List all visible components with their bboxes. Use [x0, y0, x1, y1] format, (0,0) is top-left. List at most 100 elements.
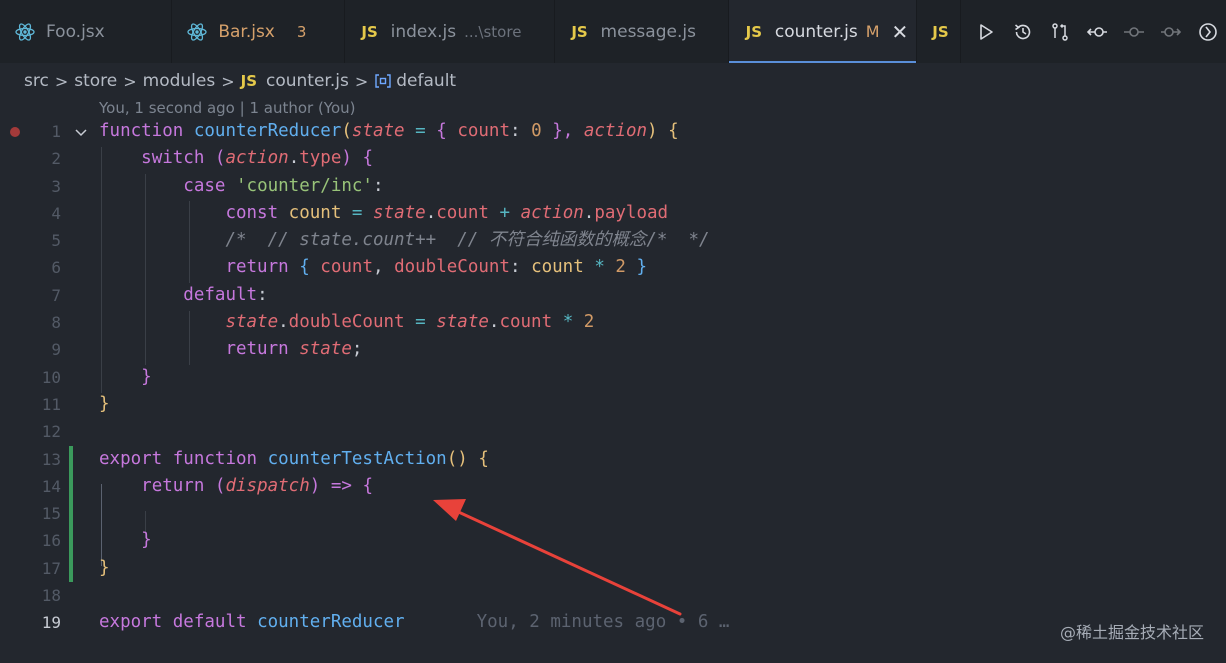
tab-label: Bar.jsx — [218, 21, 275, 42]
code-text: return { count, doubleCount: count * 2 } — [225, 257, 648, 278]
line-number: 19 — [41, 613, 61, 633]
code-text: } — [99, 557, 110, 578]
code-line: 18 — [0, 582, 1226, 609]
code-text: switch (action.type) { — [141, 148, 374, 169]
modified-indicator: M — [865, 22, 880, 41]
tab-bar: Foo.jsx Bar.jsx 3 JS index.js ...\store … — [0, 0, 1226, 63]
code-line: 11 } — [0, 391, 1226, 418]
breadcrumb-item-store[interactable]: store — [74, 71, 117, 91]
git-added-marker[interactable] — [69, 500, 73, 528]
line-number: 18 — [41, 586, 61, 606]
code-text: default: — [183, 284, 268, 305]
code-line: 5 /* // state.count++ // 不符合纯函数的概念/* */ — [0, 227, 1226, 254]
git-commit-icon[interactable] — [1115, 0, 1152, 63]
line-number: 10 — [41, 367, 61, 387]
js-icon: JS — [745, 22, 763, 41]
chevron-right-icon: > — [354, 71, 369, 91]
code-line-current: 19 export default counterReducer You, 2 m… — [0, 609, 1226, 636]
breadcrumb: src > store > modules > JS counter.js > … — [24, 68, 456, 94]
tab-bar-jsx[interactable]: Bar.jsx 3 — [172, 0, 345, 63]
react-icon — [186, 22, 208, 42]
code-line: 15 — [0, 500, 1226, 528]
run-icon[interactable] — [967, 0, 1004, 63]
line-number: 4 — [51, 203, 61, 223]
inline-blame[interactable]: You, 2 minutes ago • 6 … — [477, 612, 730, 632]
tab-index-js[interactable]: JS index.js ...\store — [345, 0, 555, 63]
code-line: 4 const count = state.count + action.pay… — [0, 200, 1226, 227]
git-added-marker[interactable] — [69, 554, 73, 583]
code-text: return (dispatch) => { — [141, 475, 374, 496]
codelens-blame[interactable]: You, 1 second ago | 1 author (You) — [99, 97, 356, 119]
js-icon: JS — [361, 22, 378, 41]
js-icon: JS — [240, 72, 258, 90]
compare-changes-icon[interactable] — [1041, 0, 1078, 63]
breadcrumb-item-modules[interactable]: modules — [143, 71, 216, 91]
code-text: state.doubleCount = state.count * 2 — [225, 312, 595, 333]
tab-label: index.js — [390, 21, 457, 42]
code-text: case 'counter/inc': — [183, 175, 384, 196]
code-line: 6 return { count, doubleCount: count * 2… — [0, 254, 1226, 281]
code-line: 9 return state; — [0, 336, 1226, 363]
git-added-marker[interactable] — [69, 445, 73, 473]
js-icon: JS — [571, 22, 588, 41]
line-number: 2 — [51, 149, 61, 169]
code-text: export default counterReducer You, 2 minu… — [99, 612, 730, 633]
code-line: 1 function counterReducer(state = { coun… — [0, 118, 1226, 145]
tab-overflow-js[interactable]: JS — [917, 0, 961, 63]
code-line: 8 state.doubleCount = state.count * 2 — [0, 309, 1226, 336]
line-number: 6 — [51, 258, 61, 278]
line-number: 8 — [51, 313, 61, 333]
chevron-right-icon: > — [54, 71, 69, 91]
code-line: 10 } — [0, 364, 1226, 391]
code-line: 13 export function counterTestAction() { — [0, 445, 1226, 473]
close-icon[interactable]: ✕ — [892, 20, 909, 44]
tab-message-js[interactable]: JS message.js — [555, 0, 729, 63]
tab-label: Foo.jsx — [46, 21, 105, 42]
git-added-marker[interactable] — [69, 527, 73, 555]
react-icon — [14, 22, 36, 42]
line-number: 17 — [41, 558, 61, 578]
code-text: return state; — [225, 339, 363, 360]
chevron-down-icon[interactable] — [74, 125, 88, 144]
tab-path-hint: ...\store — [464, 22, 522, 41]
line-number: 3 — [51, 176, 61, 196]
previous-change-icon[interactable] — [1078, 0, 1115, 63]
js-icon: JS — [932, 22, 949, 41]
line-number: 7 — [51, 285, 61, 305]
tab-foo-jsx[interactable]: Foo.jsx — [0, 0, 173, 63]
chevron-right-icon: > — [123, 71, 137, 91]
code-text: } — [99, 393, 110, 414]
code-line: 3 case 'counter/inc': — [0, 173, 1226, 200]
code-text: export function counterTestAction() { — [99, 448, 489, 469]
watermark: @稀土掘金技术社区 — [1059, 623, 1204, 642]
code-line: 12 — [0, 418, 1226, 445]
code-text: function counterReducer(state = { count:… — [99, 121, 679, 141]
line-number: 11 — [41, 394, 61, 414]
code-line: 17 } — [0, 554, 1226, 583]
breadcrumb-item-src[interactable]: src — [24, 71, 49, 91]
next-change-icon[interactable] — [1152, 0, 1189, 63]
editor-actions — [961, 0, 1226, 63]
code-editor[interactable]: 1 function counterReducer(state = { coun… — [0, 118, 1226, 637]
timeline-icon[interactable] — [1189, 0, 1226, 63]
code-text: /* // state.count++ // 不符合纯函数的概念/* */ — [225, 230, 710, 251]
tab-label: counter.js — [774, 21, 858, 42]
tab-label: message.js — [600, 21, 696, 42]
line-number: 15 — [41, 504, 61, 524]
chevron-right-icon: > — [221, 71, 235, 91]
line-number: 9 — [51, 340, 61, 360]
problem-count-badge: 3 — [296, 22, 307, 41]
git-added-marker[interactable] — [69, 472, 73, 501]
breadcrumb-item-file[interactable]: counter.js — [266, 71, 349, 91]
line-number: 16 — [41, 531, 61, 551]
code-line: 2 switch (action.type) { — [0, 145, 1226, 172]
code-text: const count = state.count + action.paylo… — [225, 202, 669, 223]
breadcrumb-item-symbol[interactable]: default — [396, 71, 456, 91]
code-text: } — [141, 530, 152, 551]
line-number: 13 — [41, 449, 61, 469]
history-icon[interactable] — [1004, 0, 1041, 63]
symbol-variable-icon — [374, 73, 392, 89]
line-number: 12 — [41, 422, 61, 442]
tab-counter-js[interactable]: JS counter.js M ✕ — [728, 0, 917, 63]
line-number: 1 — [51, 122, 61, 141]
